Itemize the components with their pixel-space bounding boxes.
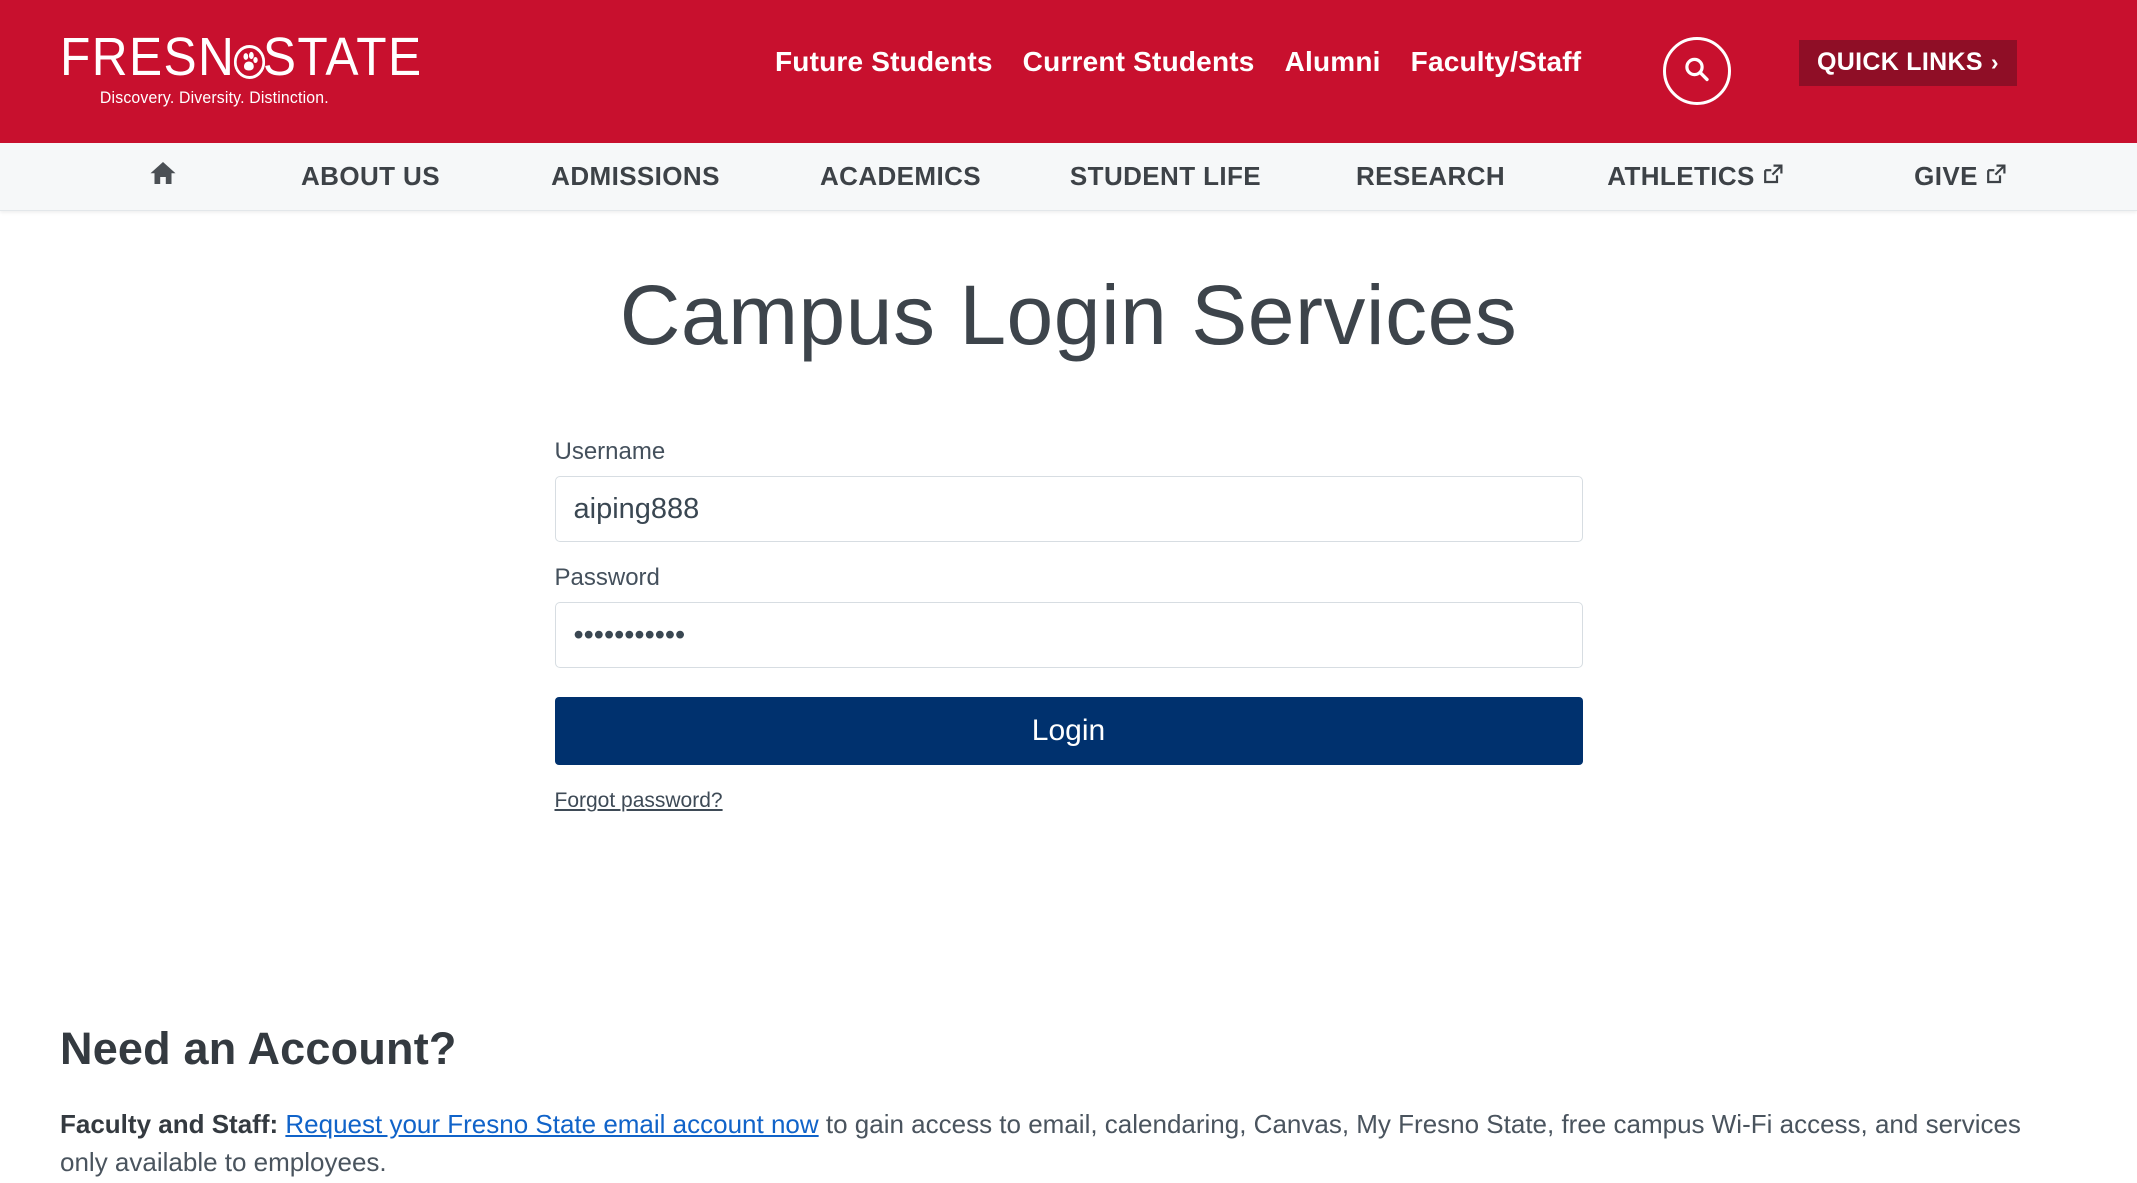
forgot-password-link[interactable]: Forgot password?: [555, 789, 723, 813]
logo-wordmark: FRESN STATE: [60, 27, 421, 87]
nav-item-academics[interactable]: ACADEMICS: [768, 161, 1033, 192]
nav-item-label: STUDENT LIFE: [1069, 161, 1262, 191]
faculty-staff-paragraph: Faculty and Staff: Request your Fresno S…: [60, 1106, 2050, 1181]
nav-item-give[interactable]: GIVE: [1828, 161, 2093, 192]
main-nav: ABOUT US ADMISSIONS ACADEMICS STUDENT LI…: [0, 143, 2137, 211]
logo-word-state: STATE: [262, 27, 423, 87]
password-field-group: Password: [554, 564, 1583, 668]
audience-nav-item-alumni[interactable]: Alumni: [1285, 46, 1381, 78]
login-form: Username Password Login Forgot password?: [554, 438, 1583, 813]
nav-item-label: ABOUT US: [301, 161, 440, 191]
nav-item-admissions[interactable]: ADMISSIONS: [503, 161, 768, 192]
nav-item-research[interactable]: RESEARCH: [1298, 161, 1563, 192]
username-input[interactable]: [554, 476, 1583, 542]
request-email-account-link[interactable]: Request your Fresno State email account …: [285, 1109, 818, 1139]
audience-nav-item-faculty-staff[interactable]: Faculty/Staff: [1411, 46, 1582, 78]
nav-item-label: ACADEMICS: [819, 161, 982, 191]
login-button[interactable]: Login: [554, 697, 1583, 765]
quick-links-button[interactable]: QUICK LINKS ›: [1799, 40, 2017, 86]
logo-tagline: Discovery. Diversity. Distinction.: [99, 88, 329, 107]
audience-nav-item-current-students[interactable]: Current Students: [1023, 46, 1255, 78]
page-title: Campus Login Services: [619, 268, 1518, 362]
nav-item-about-us[interactable]: ABOUT US: [238, 161, 503, 192]
page-content: Campus Login Services Username Password …: [0, 211, 2137, 1177]
username-label: Username: [554, 438, 666, 465]
nav-item-athletics[interactable]: ATHLETICS: [1563, 161, 1828, 192]
password-input[interactable]: [554, 602, 1583, 668]
search-icon: [1681, 54, 1713, 89]
home-icon: [149, 160, 177, 193]
nav-item-label: ADMISSIONS: [551, 161, 720, 191]
need-account-section: Need an Account? Faculty and Staff: Requ…: [0, 1023, 2137, 1181]
password-label: Password: [554, 564, 660, 591]
nav-item-label: GIVE: [1914, 161, 1978, 191]
quick-links-label: QUICK LINKS: [1817, 48, 1983, 76]
faculty-staff-prefix: Faculty and Staff:: [60, 1109, 279, 1139]
username-field-group: Username: [554, 438, 1583, 542]
external-link-icon: [1985, 161, 2007, 192]
site-logo[interactable]: FRESN STATE Discovery. Diversity. Distinc…: [60, 27, 421, 112]
search-button[interactable]: [1663, 37, 1731, 105]
external-link-icon: [1762, 161, 1784, 192]
nav-item-label: RESEARCH: [1355, 161, 1506, 191]
logo-word-fresno: FRESN: [60, 27, 236, 87]
audience-nav-item-future-students[interactable]: Future Students: [775, 46, 993, 78]
site-header: FRESN STATE Discovery. Diversity. Distinc…: [0, 0, 2137, 143]
paw-print-icon: [233, 45, 265, 79]
audience-nav: Future Students Current Students Alumni …: [775, 46, 1581, 78]
nav-item-student-life[interactable]: STUDENT LIFE: [1033, 161, 1298, 192]
chevron-right-icon: ›: [1990, 49, 1999, 75]
nav-item-home[interactable]: [88, 160, 238, 193]
need-account-heading: Need an Account?: [60, 1023, 457, 1074]
nav-item-label: ATHLETICS: [1607, 161, 1755, 191]
